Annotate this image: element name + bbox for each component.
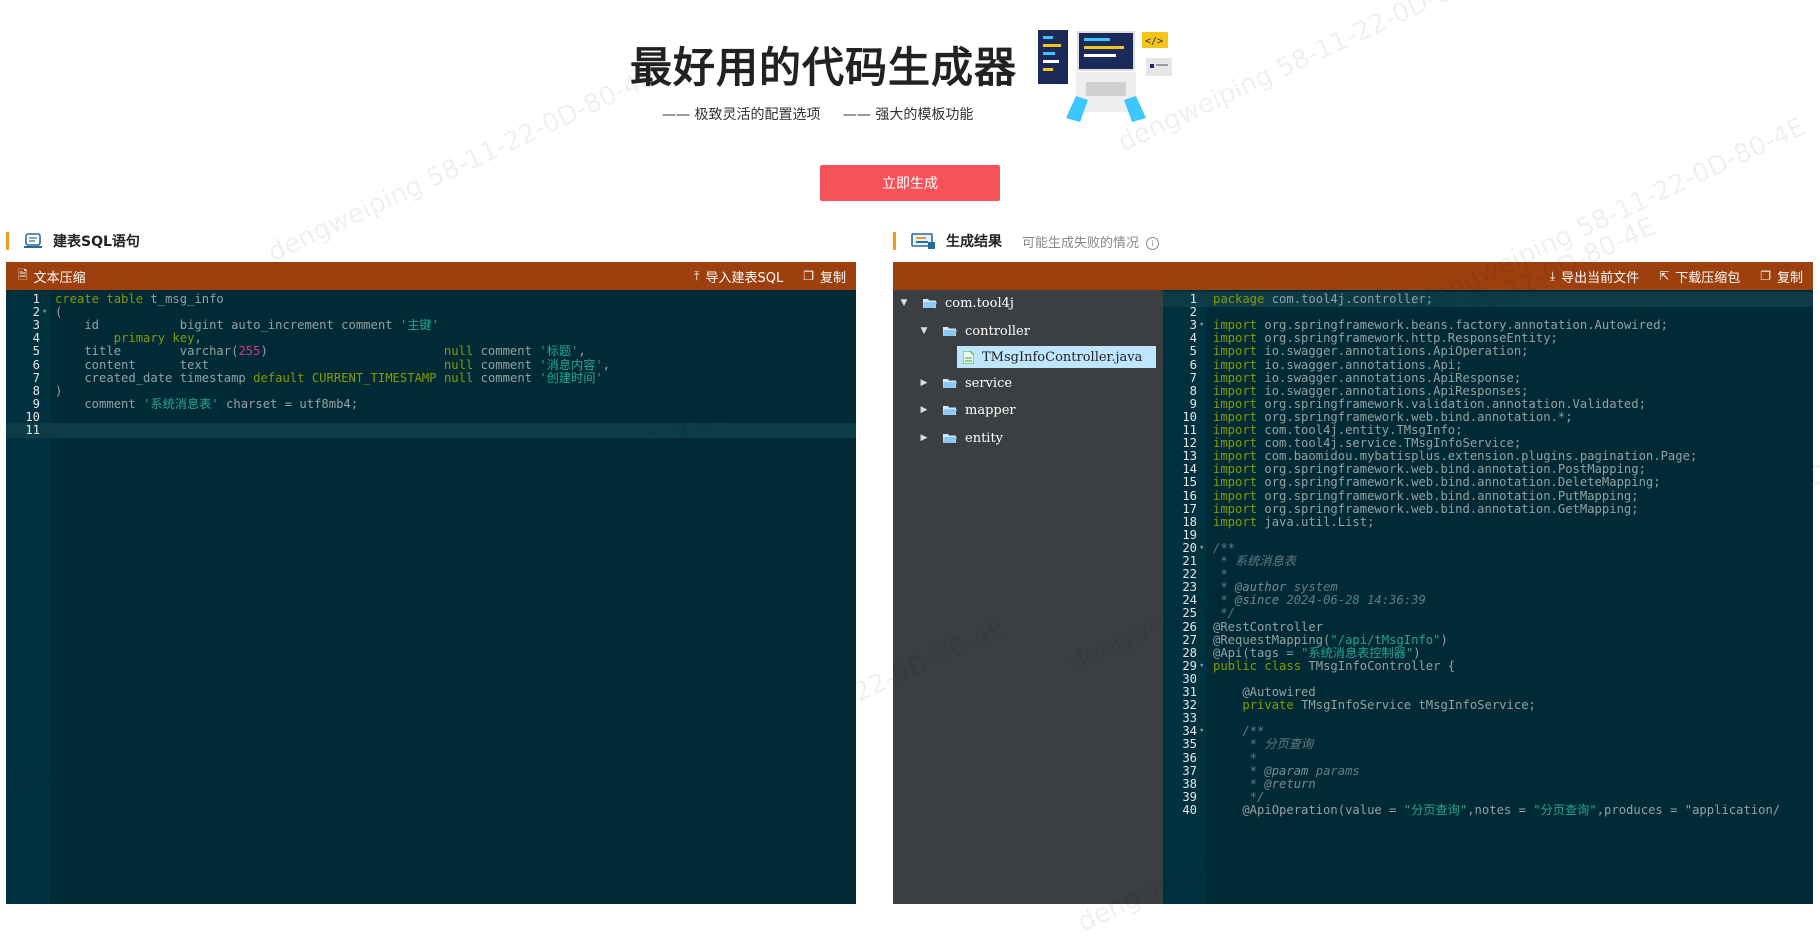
copy-sql-button[interactable]: ❐ 复制 <box>803 267 846 286</box>
feature-text: —— 强大的模板功能 <box>842 107 974 123</box>
section-title: 生成结果 <box>946 234 1002 250</box>
tree-node-root[interactable]: ▼ com.tool4j <box>897 292 1014 314</box>
tree-label: com.tool4j <box>945 295 1014 311</box>
caret-right-icon: ▶ <box>920 378 928 388</box>
tree-node-entity[interactable]: ▶ entity <box>917 427 1004 449</box>
folder-icon <box>943 405 957 415</box>
caret-down-icon: ▼ <box>900 298 908 308</box>
folder-open-icon <box>923 298 937 308</box>
accent-bar <box>893 232 896 250</box>
download-icon: ⤓ <box>1549 268 1556 283</box>
result-panel: ⤓ 导出当前文件 ⇱ 下载压缩包 ❐ 复制 ▼ com.tool4j ▼ con… <box>893 262 1813 904</box>
tree-label: controller <box>965 323 1030 339</box>
generate-button[interactable]: 立即生成 <box>820 165 1000 201</box>
code-line: 40 @ApiOperation(value = "分页查询",notes = … <box>1163 803 1813 818</box>
compress-text-button[interactable]: 🗎 文本压缩 <box>18 266 86 287</box>
sql-section-header: 建表SQL语句 <box>6 230 140 252</box>
result-toolbar: ⤓ 导出当前文件 ⇱ 下载压缩包 ❐ 复制 <box>893 262 1813 290</box>
import-sql-button[interactable]: ⤒ 导入建表SQL <box>694 267 783 286</box>
chat-bubble-icon <box>24 233 42 248</box>
copy-result-button[interactable]: ❐ 复制 <box>1760 267 1803 286</box>
caret-down-icon: ▼ <box>920 326 928 336</box>
hint-text: 可能生成失败的情况 <box>1022 235 1140 251</box>
button-label: 导出当前文件 <box>1561 270 1640 286</box>
line-number: 11 <box>6 423 40 439</box>
caret-right-icon: ▶ <box>920 433 928 443</box>
sql-code-editor[interactable]: 1 create table t_msg_info 2 ▾(3 id bigint a… <box>6 290 856 904</box>
button-label: 复制 <box>819 270 846 286</box>
monitor-icon <box>911 233 935 249</box>
export-file-button[interactable]: ⤓ 导出当前文件 <box>1550 267 1639 286</box>
download-zip-button[interactable]: ⇱ 下载压缩包 <box>1659 267 1740 286</box>
info-icon: i <box>1146 236 1160 250</box>
tree-label: mapper <box>965 402 1016 418</box>
tree-node-service[interactable]: ▶ service <box>917 372 1013 394</box>
file-tree: ▼ com.tool4j ▼ controller TMsgInfoContro… <box>893 290 1163 904</box>
java-code-viewer[interactable]: 1 package com.tool4j.controller; 2 3 ▾ import… <box>1163 290 1813 904</box>
code-text: @ApiOperation(value = "分页查询",notes = "分页… <box>1213 802 1781 817</box>
code-line: 11 <box>6 423 856 439</box>
folder-open-icon <box>943 326 957 336</box>
caret-right-icon: ▶ <box>920 405 928 415</box>
button-label: 导入建表SQL <box>705 270 784 286</box>
external-link-icon: ⇱ <box>1659 269 1670 283</box>
tree-node-mapper[interactable]: ▶ mapper <box>917 399 1016 421</box>
upload-icon: ⤒ <box>694 268 700 283</box>
tree-label: TMsgInfoController.java <box>982 349 1143 365</box>
folder-icon <box>943 433 957 443</box>
hero-features: —— 极致灵活的配置选项 —— 强大的模板功能 <box>662 104 991 124</box>
java-file-icon <box>963 350 974 364</box>
button-label: 复制 <box>1776 270 1803 286</box>
copy-icon: ❐ <box>1760 269 1771 283</box>
button-label: 下载压缩包 <box>1675 270 1741 286</box>
tree-label: entity <box>965 430 1004 446</box>
file-icon: 🗎 <box>18 267 28 282</box>
button-label: 文本压缩 <box>33 270 86 286</box>
svg-text:</>: </> <box>1145 36 1163 47</box>
result-section-header: 生成结果 可能生成失败的情况 i <box>893 230 1160 252</box>
line-number: 40 <box>1182 802 1197 817</box>
sql-toolbar: 🗎 文本压缩 ⤒ 导入建表SQL ❐ 复制 <box>6 262 856 290</box>
tree-node-controller[interactable]: ▼ controller <box>917 320 1030 342</box>
section-title: 建表SQL语句 <box>53 234 140 250</box>
copy-icon: ❐ <box>803 269 814 283</box>
folder-icon <box>943 378 957 388</box>
page-title: 最好用的代码生成器 <box>630 43 1018 92</box>
sql-editor-panel: 🗎 文本压缩 ⤒ 导入建表SQL ❐ 复制 1 create table t_ms… <box>6 262 856 904</box>
feature-text: —— 极致灵活的配置选项 <box>662 107 821 123</box>
failure-hint-link[interactable]: 可能生成失败的情况 i <box>1022 232 1160 251</box>
tree-node-selected-file[interactable]: TMsgInfoController.java <box>957 346 1157 368</box>
accent-bar <box>6 232 9 250</box>
tree-label: service <box>965 375 1013 391</box>
developer-illustration-icon: </> <box>1038 30 1172 122</box>
watermark: dengweiping 58-11-22-0D-80-4E <box>263 61 661 269</box>
